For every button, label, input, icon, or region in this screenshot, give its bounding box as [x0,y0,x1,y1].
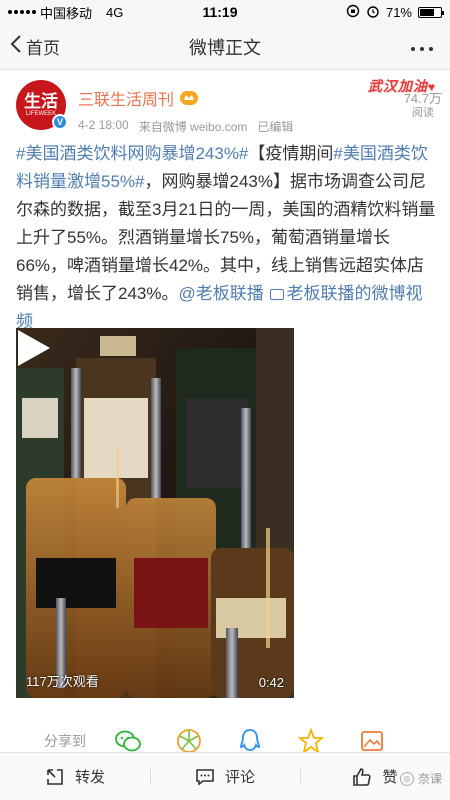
action-bar: 转发 评论 赞 [0,752,450,800]
mention-link[interactable]: @老板联播 [178,284,263,303]
nav-bar: 首页 微博正文 [0,24,450,70]
back-button[interactable]: 首页 [0,34,110,59]
comment-button[interactable]: 评论 [150,753,300,800]
wechat-icon[interactable] [114,727,142,755]
verified-icon: V [52,114,68,130]
hashtag-link[interactable]: #美国酒类饮料网购暴增243%# [16,144,248,163]
repost-button[interactable]: 转发 [0,753,150,800]
status-bar: 中国移动 4G 11:19 71% [0,0,450,24]
network-label: 4G [106,4,124,20]
more-icon [411,47,433,51]
video-view-count: 117万次观看 [26,674,99,689]
repost-icon [47,768,63,785]
post-body: #美国酒类饮料网购暴增243%#【疫情期间#美国酒类饮料销量激增55%#，网购暴… [16,140,436,336]
post-source: 来自微博 weibo.com [138,120,248,134]
read-count-label: 阅读 [411,107,434,119]
battery-icon [418,6,444,18]
battery-percent: 71% [385,4,412,20]
author-row: 三联生活周刊 [78,86,293,110]
more-button[interactable] [340,35,450,58]
share-label: 分享到 [44,733,86,749]
watermark-text: 奈课 [417,772,442,786]
repost-label: 转发 [74,769,105,786]
avatar-logo-subtext: LIFEWEEK [25,111,57,117]
video-player[interactable]: 117万次观看 0:42 [16,328,294,698]
status-right: 71% [292,4,444,21]
author-block: 三联生活周刊 4-2 18:00 来自微博 weibo.com 已编辑 [78,86,293,135]
thumbs-up-icon [353,767,372,786]
back-label: 首页 [26,39,60,58]
image-share-icon[interactable] [358,727,386,755]
like-label: 赞 [382,769,398,786]
video-duration: 0:42 [258,675,284,690]
read-count-number: 74.7万 [403,91,442,106]
avatar-logo-text: 生活 [24,92,58,112]
video-link-icon [270,289,285,300]
post-time: 4-2 18:00 [78,118,129,132]
watermark: ◎ 奈课 [399,770,442,787]
alarm-icon [366,4,380,21]
vip-icon [180,91,199,105]
edited-label: 已编辑 [257,120,294,134]
comment-icon [196,768,214,786]
status-left: 中国移动 4G [8,3,168,22]
avatar[interactable]: 生活 LIFEWEEK V [16,80,68,130]
chevron-left-icon [10,34,22,59]
qq-icon[interactable] [236,727,264,755]
comment-label: 评论 [224,769,255,786]
carrier-label: 中国移动 [40,5,93,21]
post-meta: 4-2 18:00 来自微博 weibo.com 已编辑 [78,118,293,135]
read-count: 74.7万 阅读 [404,92,442,120]
author-name[interactable]: 三联生活周刊 [78,86,174,110]
signal-icon [8,10,36,14]
moments-icon[interactable] [175,727,203,755]
orientation-lock-icon [346,4,360,21]
watermark-logo-icon: ◎ [399,771,414,786]
post-text-segment: 【疫情期间 [248,144,334,163]
play-icon[interactable] [16,328,52,368]
page-title: 微博正文 [189,37,261,58]
qzone-icon[interactable] [297,727,325,755]
status-time: 11:19 [202,4,238,20]
video-frame [16,328,294,698]
